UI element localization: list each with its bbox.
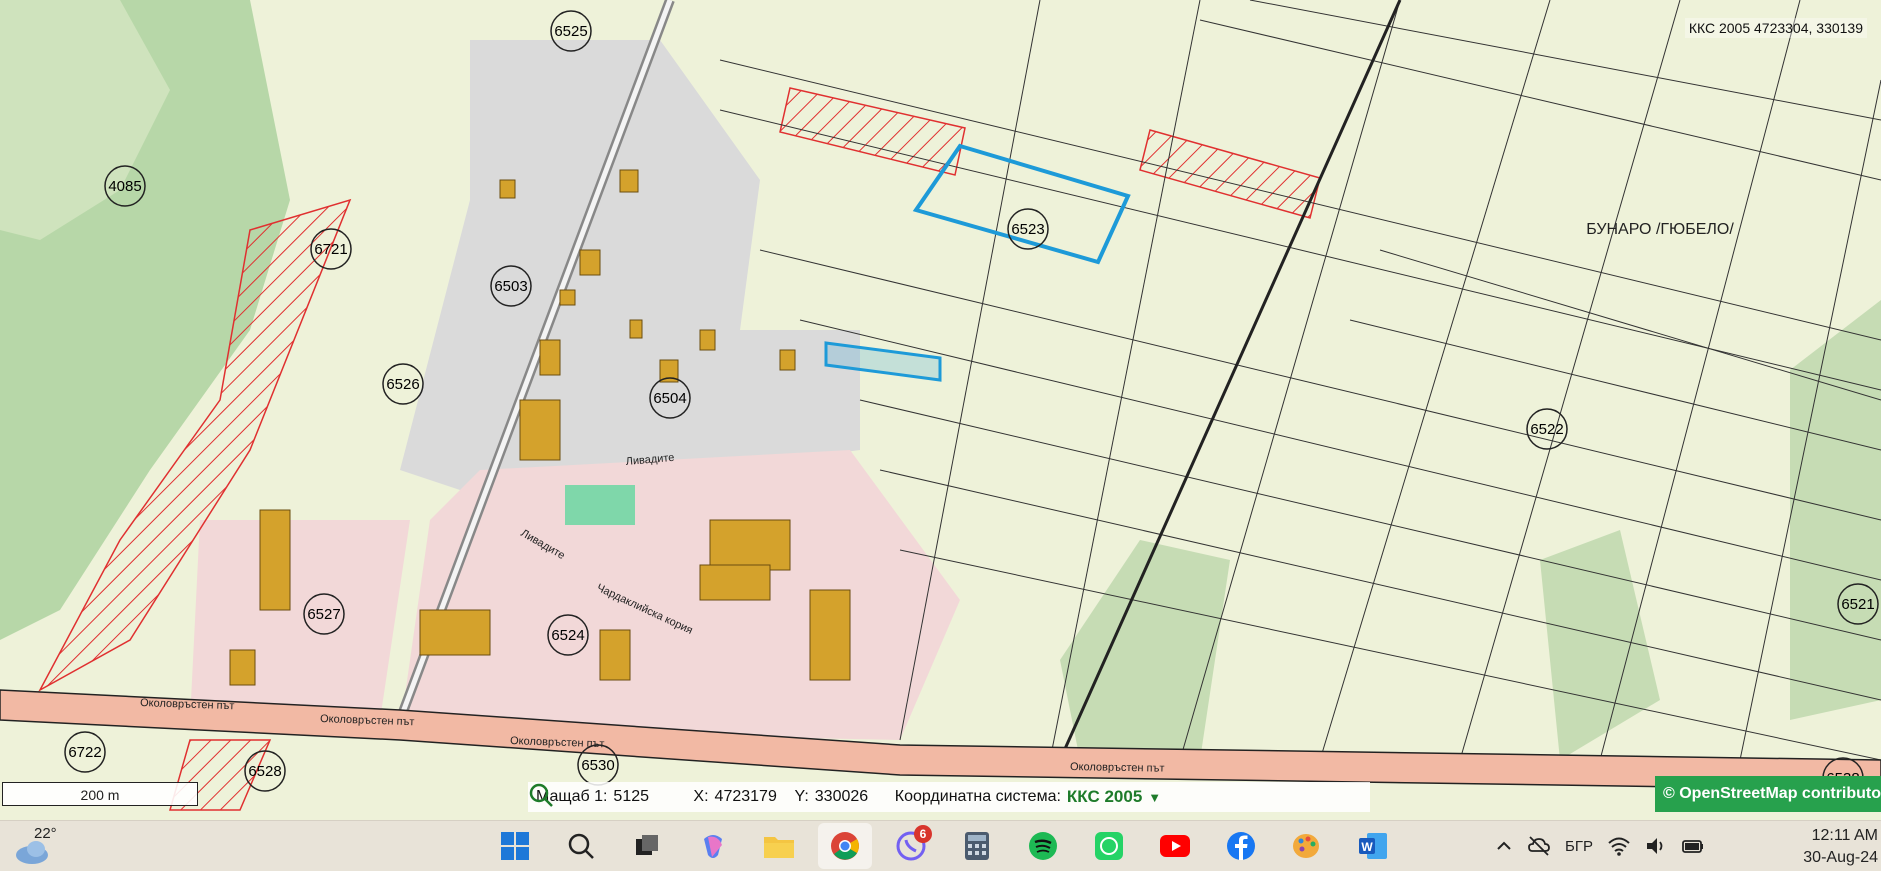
scale-field: Мащаб 1: 5125 xyxy=(536,788,683,806)
paint-icon xyxy=(1293,834,1319,858)
y-value: 330026 xyxy=(814,788,869,805)
chevron-down-icon[interactable]: ▼ xyxy=(1148,790,1161,805)
facebook-icon xyxy=(1227,832,1255,860)
parcel-number: 6528 xyxy=(248,763,281,780)
chrome-button[interactable] xyxy=(818,823,872,869)
taskbar-clock[interactable]: 12:11 AM 30-Aug-24 xyxy=(1788,825,1878,869)
copilot-button[interactable] xyxy=(686,823,740,869)
notification-badge: 6 xyxy=(914,825,932,843)
search-icon xyxy=(568,833,594,859)
parcel-number: 6722 xyxy=(68,744,101,761)
parcel-number: 6522 xyxy=(1530,421,1563,438)
task-view-icon xyxy=(636,835,658,855)
parcel-number: 4085 xyxy=(108,178,141,195)
word-icon: W xyxy=(1359,833,1387,859)
road-label: Околовръстен път xyxy=(1070,761,1165,775)
spotify-button[interactable] xyxy=(1016,823,1070,869)
parcel-number: 6503 xyxy=(494,278,527,295)
x-field: X: 4723179 xyxy=(693,788,784,806)
parcel-number: 6527 xyxy=(307,606,340,623)
windows-icon xyxy=(501,832,529,860)
clock-date: 30-Aug-24 xyxy=(1803,849,1878,866)
scale-bar: 200 m xyxy=(2,782,198,806)
youtube-icon xyxy=(1160,835,1190,857)
parcel-number: 6504 xyxy=(653,390,686,407)
search-button[interactable] xyxy=(529,783,1221,811)
weather-widget[interactable]: 22° xyxy=(14,825,74,867)
file-explorer-button[interactable] xyxy=(752,823,806,869)
calculator-button[interactable] xyxy=(950,823,1004,869)
battery-icon[interactable] xyxy=(1681,835,1705,857)
spotify-icon xyxy=(1029,832,1057,860)
forest-patch xyxy=(1790,300,1881,720)
viber-button[interactable]: 6 xyxy=(884,823,938,869)
cloud-off-icon[interactable] xyxy=(1527,834,1551,858)
taskbar: 22° 6 W БГР 12:11 AM 30-Aug-24 xyxy=(0,820,1881,871)
taskbar-apps: 6 W xyxy=(488,821,1400,871)
crs-label: Координатна система: xyxy=(894,788,1061,805)
copilot-icon xyxy=(704,835,722,858)
x-label: X: xyxy=(693,788,709,805)
coordinate-readout: ККС 2005 4723304, 330139 xyxy=(1684,18,1867,38)
word-button[interactable]: W xyxy=(1346,823,1400,869)
sports-field xyxy=(565,485,635,525)
windows-start-button[interactable] xyxy=(488,823,542,869)
parcel-number: 6524 xyxy=(551,627,584,644)
whatsapp-icon xyxy=(1095,832,1123,860)
map-canvas[interactable]: 6525 4085 6721 6503 6526 6504 6523 6522 … xyxy=(0,0,1881,820)
parcel-number: 6526 xyxy=(386,376,419,393)
y-label: Y: xyxy=(794,788,809,805)
clock-time: 12:11 AM xyxy=(1811,827,1878,844)
weather-temperature: 22° xyxy=(34,825,57,842)
search-icon xyxy=(529,783,553,807)
scale-value[interactable]: 5125 xyxy=(613,788,683,806)
input-language[interactable]: БГР xyxy=(1565,838,1593,855)
youtube-button[interactable] xyxy=(1148,823,1202,869)
crs-select[interactable]: ККС 2005 xyxy=(1067,787,1142,807)
y-field: Y: 330026 xyxy=(795,788,885,806)
parcel-number: 6721 xyxy=(314,241,347,258)
x-value: 4723179 xyxy=(714,788,777,805)
parcel-number: 6523 xyxy=(1011,221,1044,238)
facebook-button[interactable] xyxy=(1214,823,1268,869)
chrome-icon xyxy=(831,832,859,860)
task-view-button[interactable] xyxy=(620,823,674,869)
paint-button[interactable] xyxy=(1280,823,1334,869)
industrial-area xyxy=(190,520,410,720)
area-label: БУНАРО /ГЮБЕЛО/ xyxy=(1586,221,1734,238)
info-bar: Мащаб 1: 5125 X: 4723179 Y: 330026 Коорд… xyxy=(528,782,1370,812)
calculator-icon xyxy=(965,832,989,860)
chevron-up-icon[interactable] xyxy=(1495,837,1513,855)
whatsapp-button[interactable] xyxy=(1082,823,1136,869)
parcel-number: 6525 xyxy=(554,23,587,40)
parcel-number: 6530 xyxy=(581,757,614,774)
svg-text:W: W xyxy=(1361,840,1373,854)
osm-attribution[interactable]: © OpenStreetMap contributors xyxy=(1655,776,1881,812)
system-tray: БГР xyxy=(1495,821,1705,871)
cadastral-map[interactable]: 6525 4085 6721 6503 6526 6504 6523 6522 … xyxy=(0,0,1881,820)
taskbar-search-button[interactable] xyxy=(554,823,608,869)
folder-icon xyxy=(764,837,794,858)
volume-icon[interactable] xyxy=(1645,835,1667,857)
parcel-number: 6521 xyxy=(1841,596,1874,613)
crs-field: Координатна система: ККС 2005 ▼ xyxy=(895,787,1161,807)
wifi-icon[interactable] xyxy=(1607,835,1631,857)
